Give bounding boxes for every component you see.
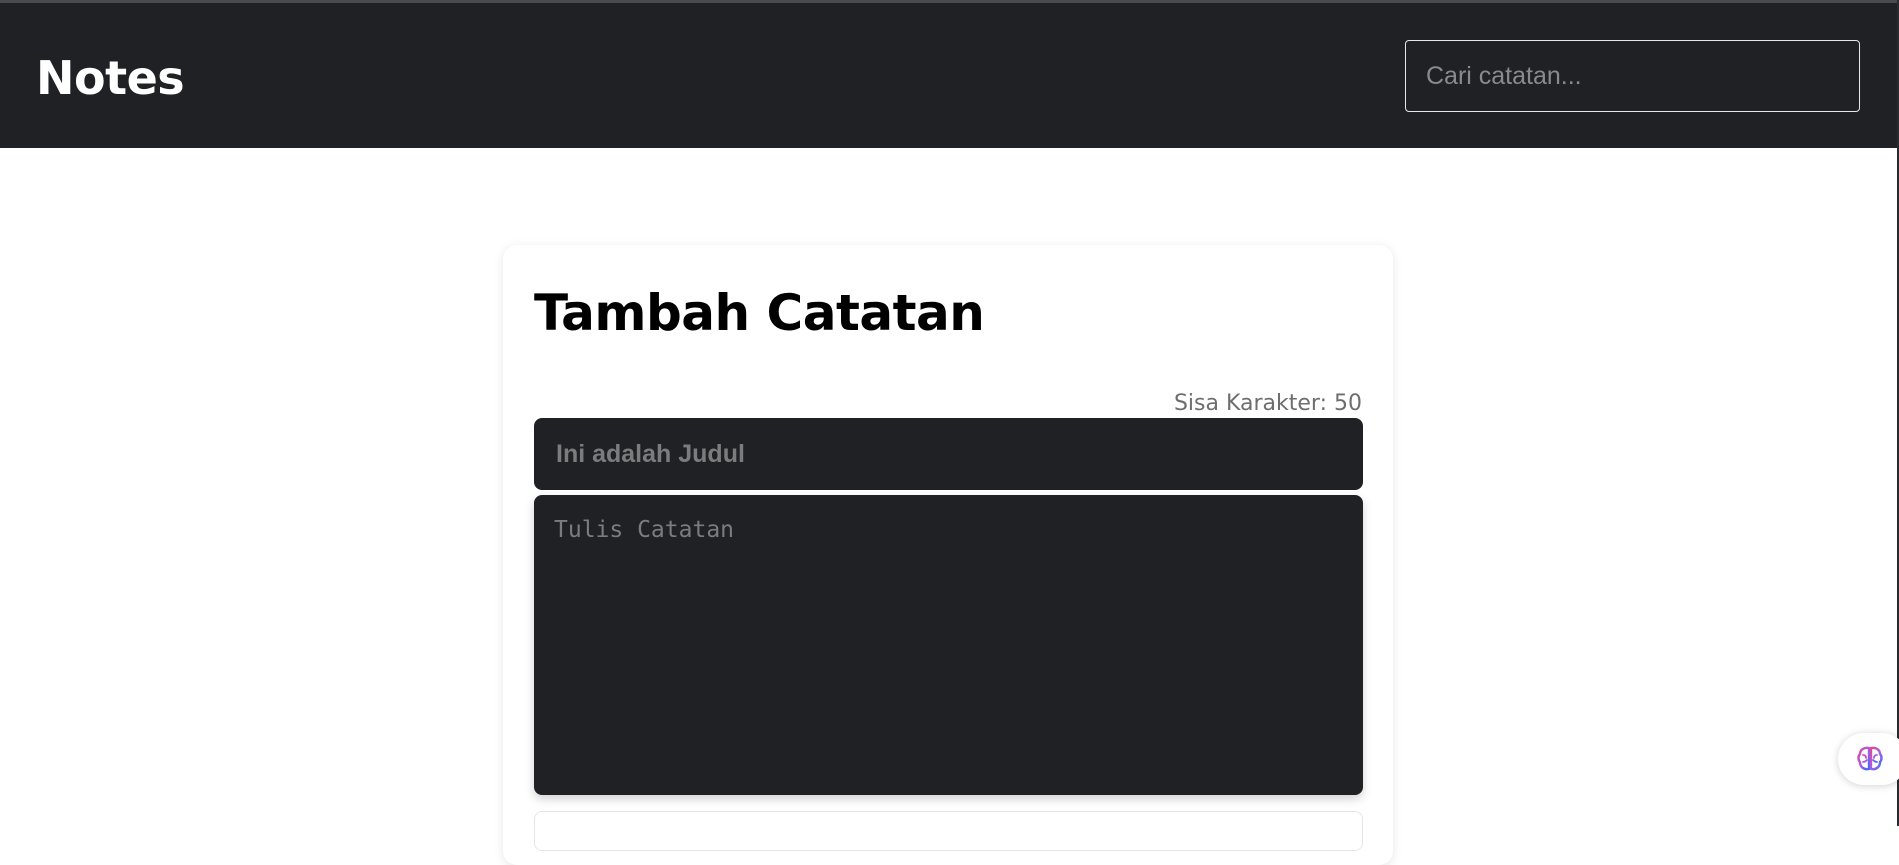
search-input[interactable] [1405,40,1860,112]
note-title-input[interactable] [534,418,1363,490]
page-title: Tambah Catatan [534,284,985,342]
add-note-card: Tambah Catatan Sisa Karakter: 50 [503,245,1393,865]
char-counter: Sisa Karakter: 50 [1173,391,1362,416]
ai-assistant-button[interactable] [1838,733,1899,785]
submit-button[interactable] [534,811,1363,851]
brain-icon [1857,746,1883,771]
note-body-textarea[interactable] [534,495,1363,795]
app-header: Notes [0,3,1897,148]
app-title: Notes [36,51,185,105]
